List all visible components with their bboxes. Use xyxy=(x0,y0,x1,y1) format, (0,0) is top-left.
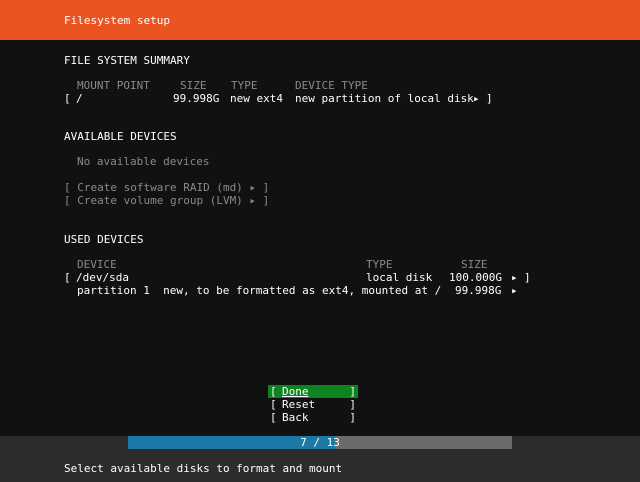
done-label: Done xyxy=(282,385,309,398)
col-device-type: DEVICE TYPE xyxy=(295,79,368,92)
main-panel: FILE SYSTEM SUMMARY MOUNT POINT SIZE TYP… xyxy=(0,40,640,436)
available-heading: AVAILABLE DEVICES xyxy=(64,130,177,143)
disk-row-sda[interactable]: [ /dev/sda local disk 100.000G ▸ ] xyxy=(64,271,534,284)
row-close-bracket: ] xyxy=(524,271,531,284)
create-lvm-button[interactable]: [ Create volume group (LVM) ▸ ] xyxy=(64,194,269,207)
summary-heading: FILE SYSTEM SUMMARY xyxy=(64,54,190,67)
reset-label: Reset xyxy=(282,398,316,411)
title-bar: Filesystem setup xyxy=(0,0,640,40)
button-close-bracket: ] xyxy=(349,411,356,424)
row-close-bracket: ] xyxy=(486,92,493,105)
submenu-arrow-icon[interactable]: ▸ xyxy=(473,92,480,105)
mount-point-value: / xyxy=(76,92,83,105)
progress-bar: 7 / 13 xyxy=(0,436,640,449)
col-mount-point: MOUNT POINT xyxy=(77,79,150,92)
button-close-bracket: ] xyxy=(349,385,356,398)
reset-button[interactable]: [ Reset ] xyxy=(268,398,358,411)
footer: Select available disks to format and mou… xyxy=(0,449,640,482)
size-value: 99.998G xyxy=(173,92,220,105)
done-button[interactable]: [ Done ] xyxy=(268,385,358,398)
type-value: new ext4 xyxy=(230,92,283,105)
button-open-bracket: [ xyxy=(270,411,277,424)
partition-label: partition 1 new, to be formatted as ext4… xyxy=(77,284,442,297)
progress-label: 7 / 13 xyxy=(300,436,340,449)
device-size: 100.000G xyxy=(449,271,502,284)
progress-track: 7 / 13 xyxy=(128,436,512,449)
partition-row[interactable]: partition 1 new, to be formatted as ext4… xyxy=(64,284,534,297)
back-label: Back xyxy=(282,411,309,424)
device-type: local disk xyxy=(366,271,433,284)
button-close-bracket: ] xyxy=(349,398,356,411)
no-devices-message: No available devices xyxy=(77,155,210,168)
col-size: SIZE xyxy=(180,79,207,92)
back-button[interactable]: [ Back ] xyxy=(268,411,358,424)
partition-size: 99.998G xyxy=(455,284,502,297)
submenu-arrow-icon[interactable]: ▸ xyxy=(511,271,518,284)
row-open-bracket: [ xyxy=(64,271,71,284)
col-used-type: TYPE xyxy=(366,258,393,271)
col-type: TYPE xyxy=(231,79,258,92)
page-title: Filesystem setup xyxy=(64,14,170,27)
col-device: DEVICE xyxy=(77,258,117,271)
row-open-bracket: [ xyxy=(64,92,71,105)
create-raid-button[interactable]: [ Create software RAID (md) ▸ ] xyxy=(64,181,269,194)
footer-hint: Select available disks to format and mou… xyxy=(64,462,343,475)
device-type-value: new partition of local disk xyxy=(295,92,474,105)
used-heading: USED DEVICES xyxy=(64,233,144,246)
col-used-size: SIZE xyxy=(461,258,488,271)
device-name: /dev/sda xyxy=(76,271,129,284)
button-open-bracket: [ xyxy=(270,385,277,398)
button-open-bracket: [ xyxy=(270,398,277,411)
submenu-arrow-icon[interactable]: ▸ xyxy=(511,284,518,297)
summary-row-root[interactable]: [ / 99.998G new ext4 new partition of lo… xyxy=(64,92,494,105)
